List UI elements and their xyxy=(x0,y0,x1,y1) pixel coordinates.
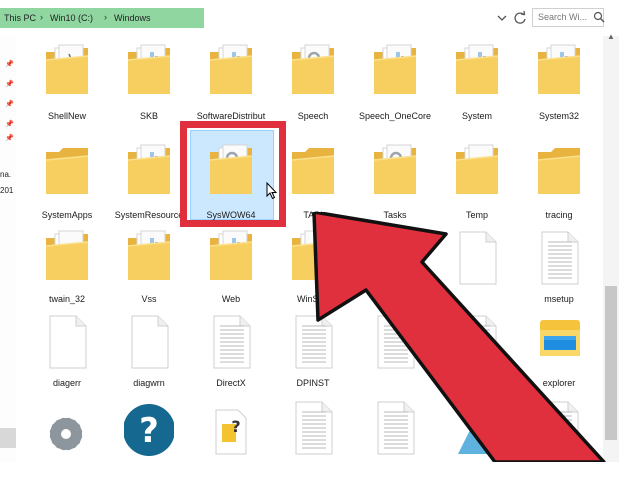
search-icon[interactable] xyxy=(593,11,605,23)
folder-icon xyxy=(370,140,420,202)
file-item-label: diagerr xyxy=(52,378,81,388)
breadcrumb-drive[interactable]: Win10 (C:) xyxy=(50,13,93,23)
file-item-gear[interactable] xyxy=(26,396,108,492)
folder-icon xyxy=(124,40,174,102)
folder-icon xyxy=(124,226,174,288)
folder-icon xyxy=(124,140,174,202)
folder-icon xyxy=(288,140,338,202)
chevron-down-icon[interactable] xyxy=(492,8,512,28)
file-item-system32[interactable]: System32 xyxy=(518,40,600,136)
pin-icon: 📌 xyxy=(5,135,14,142)
breadcrumb-this-pc[interactable]: This PC xyxy=(4,13,36,23)
file-icon xyxy=(42,310,92,372)
file-icon xyxy=(124,310,174,372)
folder-icon xyxy=(370,40,420,102)
breadcrumb-windows[interactable]: Windows xyxy=(114,13,151,23)
file-item-inf[interactable]: ? xyxy=(190,396,272,492)
file-item-label: Vss xyxy=(141,294,157,304)
file-item-label: Speech_OneCore xyxy=(358,111,432,121)
pin-icon: 📌 xyxy=(5,81,14,88)
nav-item-fragment[interactable]: na. xyxy=(0,170,11,179)
file-item-label: twain_32 xyxy=(48,294,86,304)
file-item-label: Web xyxy=(221,294,241,304)
file-item-directx[interactable]: DirectX xyxy=(190,310,272,406)
folder-icon xyxy=(452,40,502,102)
file-item-label: SystemResource xyxy=(114,210,184,220)
folder-icon xyxy=(206,40,256,102)
file-item-label: System xyxy=(461,111,492,121)
breadcrumb-separator-icon[interactable]: › xyxy=(40,12,43,22)
folder-icon xyxy=(42,226,92,288)
file-item-label: SoftwareDistribut xyxy=(196,111,266,121)
refresh-icon[interactable] xyxy=(510,8,530,28)
file-item-label: DirectX xyxy=(216,378,246,388)
inf-icon: ? xyxy=(206,396,256,458)
pin-icon: 📌 xyxy=(5,101,14,108)
file-item-label: System32 xyxy=(538,111,580,121)
file-item-system[interactable]: System xyxy=(436,40,518,136)
folder-icon xyxy=(534,40,584,102)
nav-scrollbar[interactable] xyxy=(0,428,16,448)
file-item-label: Speech xyxy=(297,111,329,121)
highlight-box xyxy=(180,121,286,227)
file-item-skb[interactable]: SKB xyxy=(108,40,190,136)
help-icon: ? xyxy=(123,396,175,458)
scroll-up-icon[interactable]: ▲ xyxy=(603,32,619,44)
folder-icon xyxy=(42,40,92,102)
file-item-speech-onecore[interactable]: Speech_OneCore xyxy=(354,40,436,136)
file-item-label: ShellNew xyxy=(47,111,87,121)
svg-text:?: ? xyxy=(231,417,240,436)
document-icon xyxy=(206,310,256,372)
file-item-diagerr[interactable]: diagerr xyxy=(26,310,108,406)
file-item-diagwrn[interactable]: diagwrn xyxy=(108,310,190,406)
pin-icon: 📌 xyxy=(5,61,14,68)
nav-item-fragment[interactable]: 201 xyxy=(0,186,13,195)
svg-text:?: ? xyxy=(139,411,159,451)
mouse-cursor-icon xyxy=(266,182,278,200)
breadcrumb-separator-icon[interactable]: › xyxy=(104,12,107,22)
folder-icon xyxy=(534,140,584,202)
folder-icon xyxy=(206,226,256,288)
file-item-vss[interactable]: Vss xyxy=(108,226,190,322)
pin-icon: 📌 xyxy=(5,121,14,128)
file-item-twain-32[interactable]: twain_32 xyxy=(26,226,108,322)
file-item-web[interactable]: Web xyxy=(190,226,272,322)
file-item-label: SystemApps xyxy=(41,210,93,220)
file-item-label: diagwrn xyxy=(133,378,165,388)
file-item-systemapps[interactable]: SystemApps xyxy=(26,140,108,236)
folder-icon xyxy=(42,140,92,202)
gear-icon xyxy=(42,396,92,458)
file-item-help[interactable]: ? xyxy=(108,396,190,492)
folder-icon xyxy=(288,40,338,102)
file-item-shellnew[interactable]: ShellNew xyxy=(26,40,108,136)
navigation-pane[interactable]: 📌 📌 📌 📌 📌 na. 201 xyxy=(0,36,16,462)
address-bar: This PC › Win10 (C:) › Windows Search Wi… xyxy=(0,0,619,36)
folder-icon xyxy=(452,140,502,202)
pointer-arrow-icon xyxy=(312,212,606,462)
file-item-systemresource[interactable]: SystemResource xyxy=(108,140,190,236)
file-item-label: SKB xyxy=(139,111,158,121)
